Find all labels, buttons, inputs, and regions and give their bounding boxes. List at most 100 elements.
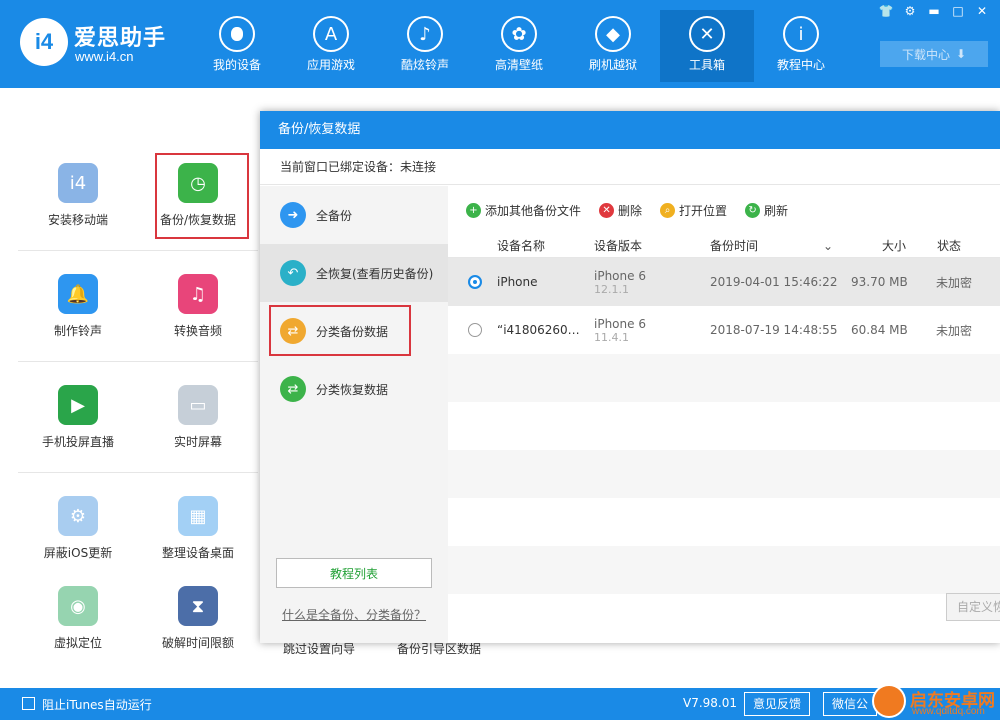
custom-restore-button[interactable]: 自定义恢 (946, 593, 1000, 621)
block-itunes-label: 阻止iTunes自动运行 (42, 698, 152, 712)
nav-item-1[interactable]: A 应用游戏 (284, 10, 378, 82)
tool-label: 虚拟定位 (53, 636, 102, 650)
device-binding-status: 当前窗口已绑定设备：未连接 (260, 149, 1000, 185)
refresh-icon: ↻ (745, 202, 761, 218)
side-item-1[interactable]: ↶ 全恢复(查看历史备份) (260, 244, 448, 302)
device-name: “i41806260… (497, 323, 580, 337)
watermark-logo-icon (872, 684, 906, 718)
watermark-url: www.qdltdq.com (912, 706, 985, 717)
nav-item-5[interactable]: ✕ 工具箱 (660, 10, 754, 82)
side-item-3[interactable]: ⇄ 分类恢复数据 (260, 360, 448, 418)
download-center-button[interactable]: 下载中心 ⬇ (880, 41, 988, 67)
backup-time: 2019-04-01 15:46:22 (710, 275, 838, 289)
empty-row (448, 546, 1000, 594)
row-radio[interactable] (468, 306, 482, 354)
tool-7[interactable]: ▦ 整理设备桌面 (138, 496, 258, 561)
toolbar-refresh-button[interactable]: ↻ 刷新 (745, 202, 788, 219)
encryption-status: 未加密 (936, 323, 973, 338)
radio-button[interactable] (468, 323, 482, 337)
tool-9[interactable]: ⧗ 破解时间限额 (138, 586, 258, 651)
location-icon: ◉ (58, 586, 98, 626)
column-header[interactable]: 设备版本 (594, 234, 642, 258)
tool-label: 破解时间限额 (161, 636, 234, 650)
toolbar-label: 添加其他备份文件 (485, 203, 582, 218)
tool-0[interactable]: i4 安装移动端 (18, 163, 138, 228)
block-itunes-checkbox[interactable] (22, 697, 35, 710)
app-url: www.i4.cn (75, 49, 134, 64)
side-item-label: 分类恢复数据 (316, 382, 389, 397)
tools-icon: ✕ (689, 16, 725, 52)
apple-icon (219, 16, 255, 52)
empty-row (448, 354, 1000, 402)
window-controls: 👕 ⚙ ▬ □ ✕ (876, 3, 992, 19)
gear-icon[interactable]: ⚙ (900, 3, 920, 19)
tutorial-list-button[interactable]: 教程列表 (276, 558, 432, 588)
toolbar-delete-button[interactable]: ✕ 删除 (599, 202, 642, 219)
radio-button[interactable] (468, 275, 482, 289)
nav-item-label: 应用游戏 (306, 58, 355, 72)
feedback-button[interactable]: 意见反馈 (744, 692, 811, 716)
tool-label: 转换音频 (173, 324, 222, 338)
info-icon: i (783, 16, 819, 52)
device-version-cell: iPhone 6 11.4.1 (594, 306, 646, 354)
monitor-icon: ▭ (178, 385, 218, 425)
backup-help-link[interactable]: 什么是全备份、分类备份？ (282, 606, 426, 623)
nav-item-6[interactable]: i 教程中心 (754, 10, 848, 82)
column-header[interactable]: 大小 (882, 234, 906, 258)
bell-icon: ♪ (407, 16, 443, 52)
nav-item-label: 工具箱 (688, 58, 725, 72)
minimize-icon[interactable]: ▬ (924, 3, 944, 19)
tool-2[interactable]: 🔔 制作铃声 (18, 274, 138, 339)
status-bar: 阻止iTunes自动运行 V7.98.01 意见反馈 微信公 (0, 688, 1000, 720)
empty-row (448, 450, 1000, 498)
size-cell: 60.84 MB (851, 306, 908, 354)
nav-item-label: 教程中心 (776, 58, 825, 72)
tool-label: 实时屏幕 (173, 435, 222, 449)
column-header[interactable]: 备份时间 (710, 234, 758, 258)
toolbar-folder-button[interactable]: ⌕ 打开位置 (660, 202, 727, 219)
device-name-cell: iPhone (497, 258, 538, 306)
flower-icon: ✿ (501, 16, 537, 52)
ios-version: 12.1.1 (594, 282, 629, 296)
tool-5[interactable]: ▭ 实时屏幕 (138, 385, 258, 450)
category-restore-icon: ⇄ (280, 376, 306, 402)
toolbar-label: 刷新 (764, 203, 789, 218)
tool-6[interactable]: ⚙ 屏蔽iOS更新 (18, 496, 138, 561)
size-cell: 93.70 MB (851, 258, 908, 306)
highlight-box (269, 305, 411, 356)
wechat-button[interactable]: 微信公 (823, 692, 878, 716)
column-header[interactable]: 状态 (937, 234, 961, 258)
nav-item-label: 我的设备 (212, 58, 261, 72)
backup-size: 93.70 MB (851, 275, 908, 289)
block-update-icon: ⚙ (58, 496, 98, 536)
nav-item-4[interactable]: ◆ 刷机越狱 (566, 10, 660, 82)
table-row[interactable]: iPhone iPhone 6 12.1.1 2019-04-01 15:46:22 9… (448, 258, 1000, 306)
shirt-icon[interactable]: 👕 (876, 3, 896, 19)
row-radio[interactable] (468, 258, 482, 306)
side-item-0[interactable]: ➜ 全备份 (260, 186, 448, 244)
close-icon[interactable]: ✕ (972, 3, 992, 19)
toolbar-add-button[interactable]: + 添加其他备份文件 (466, 202, 581, 219)
download-center-label: 下载中心 (901, 47, 950, 62)
device-model: iPhone 6 (594, 316, 646, 331)
status-value: 未连接 (400, 160, 437, 174)
backup-size: 60.84 MB (851, 323, 908, 337)
nav-item-3[interactable]: ✿ 高清壁纸 (472, 10, 566, 82)
dropbox-icon: ◆ (595, 16, 631, 52)
ios-version: 11.4.1 (594, 330, 629, 344)
nav-item-0[interactable]: 我的设备 (190, 10, 284, 82)
table-row[interactable]: “i41806260… iPhone 6 11.4.1 2018-07-19 14:4… (448, 306, 1000, 354)
tool-4[interactable]: ▶ 手机投屏直播 (18, 385, 138, 450)
download-icon: ⬇ (955, 47, 967, 61)
maximize-icon[interactable]: □ (948, 3, 968, 19)
device-name: iPhone (497, 275, 538, 289)
column-header[interactable]: 设备名称 (497, 234, 545, 258)
sort-chevron-icon[interactable]: ⌄ (823, 234, 833, 258)
divider (18, 250, 258, 251)
tool-8[interactable]: ◉ 虚拟定位 (18, 586, 138, 651)
highlight-box (155, 153, 249, 239)
nav-item-2[interactable]: ♪ 酷炫铃声 (378, 10, 472, 82)
backup-time-cell: 2019-04-01 15:46:22 (710, 258, 837, 306)
tool-3[interactable]: ♫ 转换音频 (138, 274, 258, 339)
empty-row (448, 498, 1000, 546)
